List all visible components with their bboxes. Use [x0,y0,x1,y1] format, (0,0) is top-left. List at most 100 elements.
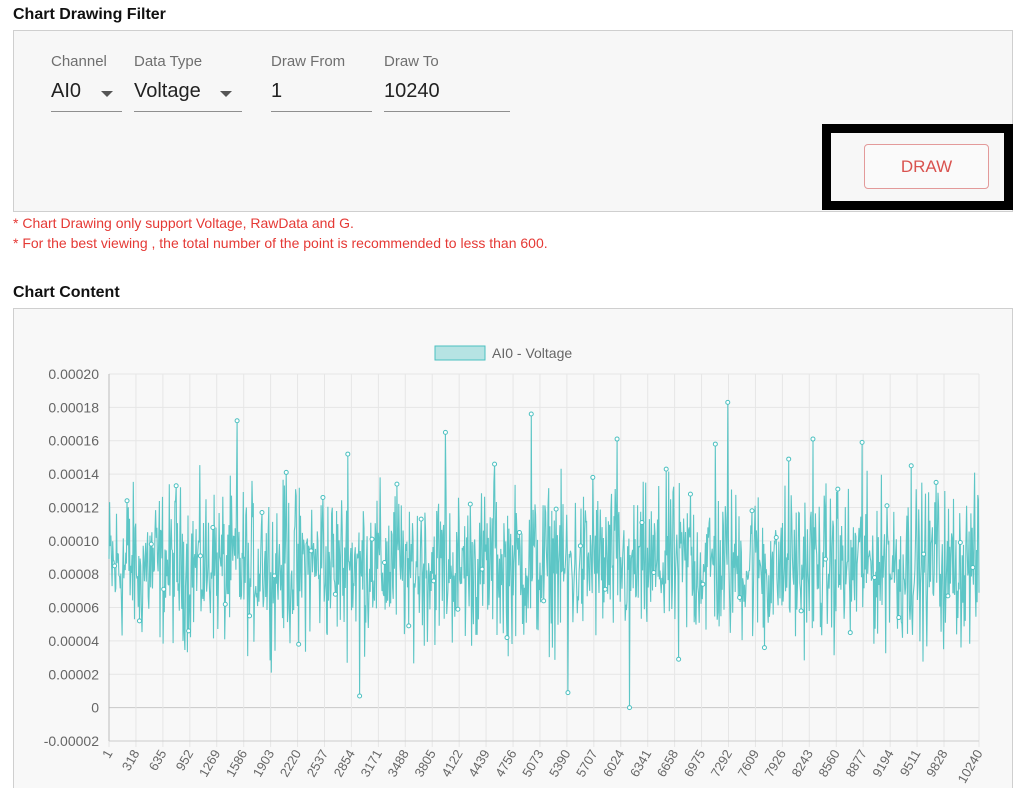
chevron-down-icon [220,91,232,97]
draw-from-input[interactable]: Draw From 1 [271,53,372,113]
data-point [112,563,118,569]
x-tick-label: 8560 [815,747,842,780]
data-point [492,461,498,467]
x-tick-label: 318 [119,747,143,773]
data-point [761,645,767,651]
data-point [627,705,633,711]
draw-button[interactable]: DRAW [864,144,989,189]
draw-to-underline [384,111,510,112]
data-point [357,693,363,699]
draw-from-value: 1 [271,80,283,102]
data-point [896,615,902,621]
data-point [161,586,167,592]
draw-to-label: Draw To [384,53,439,70]
channel-underline [51,111,122,112]
data-point [136,618,142,624]
data-point [210,524,216,530]
y-tick-label: -0.00002 [44,733,99,749]
data-point [271,573,277,579]
data-point [553,506,559,512]
x-tick-label: 4439 [465,747,492,780]
data-point [394,481,400,487]
y-tick-label: 0.00004 [48,633,99,649]
y-tick-label: 0.00006 [48,600,99,616]
x-tick-label: 6975 [681,747,708,780]
data-point [651,570,657,576]
data-point [320,494,326,500]
channel-select[interactable]: Channel AI0 [51,53,122,113]
x-tick-label: 635 [146,747,170,773]
legend-swatch [434,345,486,361]
data-point [332,591,338,597]
draw-to-input[interactable]: Draw To 10240 [384,53,510,113]
data-point [418,516,424,522]
data-point [921,551,927,557]
note-supported-types: * Chart Drawing only support Voltage, Ra… [13,215,354,231]
y-tick-label: 0.00020 [48,366,99,382]
x-tick-label: 5707 [573,747,600,780]
x-tick-label: 8877 [842,747,869,780]
y-tick-label: 0.00018 [48,399,99,415]
data-point [259,509,265,515]
data-point [712,441,718,447]
data-point [516,529,522,535]
data-point [847,630,853,636]
data-point [222,601,228,607]
data-point [148,541,154,547]
y-tick-label: 0 [91,700,99,716]
series-line-ai0-voltage [108,402,980,708]
y-tick-label: 0.00008 [48,566,99,582]
data-type-select[interactable]: Data Type Voltage [134,53,242,113]
voltage-line-chart: AI0 - Voltage 0.00020 0.00018 0.00016 0.0001… [44,345,986,786]
data-point [798,608,804,614]
data-point [737,595,743,601]
y-tick-label: 0.00002 [48,666,99,682]
data-point [283,469,289,475]
data-point [186,628,192,634]
data-point [872,575,878,581]
x-tick-label: 6658 [654,747,681,780]
draw-from-underline [271,111,372,112]
data-point [479,566,485,572]
draw-to-value: 10240 [384,80,440,102]
data-point [234,418,240,424]
x-tick-label: 6341 [627,747,654,780]
x-tick-label: 1 [99,747,116,761]
x-tick-label: 4122 [438,747,465,780]
data-point [786,456,792,462]
data-type-value: Voltage [134,80,201,102]
chart-panel: AI0 - Voltage 0.00020 0.00018 0.00016 0.0001… [13,308,1013,788]
y-tick-label: 0.00012 [48,499,99,515]
note-point-count: * For the best viewing , the total numbe… [13,235,548,251]
x-tick-label: 9828 [923,747,950,780]
x-tick-label: 2220 [277,747,304,780]
data-point [676,656,682,662]
chart-drawing-filter-title: Chart Drawing Filter [13,6,166,23]
data-point [859,439,865,445]
data-point [687,491,693,497]
data-point [908,463,914,469]
data-point [308,548,314,554]
data-point [577,543,583,549]
data-point [124,498,130,504]
data-point [957,539,963,545]
y-tick-label: 0.00016 [48,433,99,449]
data-point [381,560,387,566]
draw-from-label: Draw From [271,53,346,70]
x-tick-label: 1903 [250,747,277,780]
y-tick-label: 0.00014 [48,466,99,482]
legend-label: AI0 - Voltage [492,345,572,361]
chart-content-title: Chart Content [13,284,120,301]
x-tick-label: 3805 [411,747,438,780]
data-point [467,501,473,507]
data-point [822,556,828,562]
data-point [442,429,448,435]
data-point [933,479,939,485]
x-tick-label: 3488 [384,747,411,780]
x-tick-label: 2537 [304,747,331,780]
x-tick-label: 9511 [897,747,924,779]
data-point [173,483,179,489]
data-point [749,508,755,514]
x-tick-label: 5073 [519,747,546,780]
x-tick-label: 7926 [762,747,789,780]
